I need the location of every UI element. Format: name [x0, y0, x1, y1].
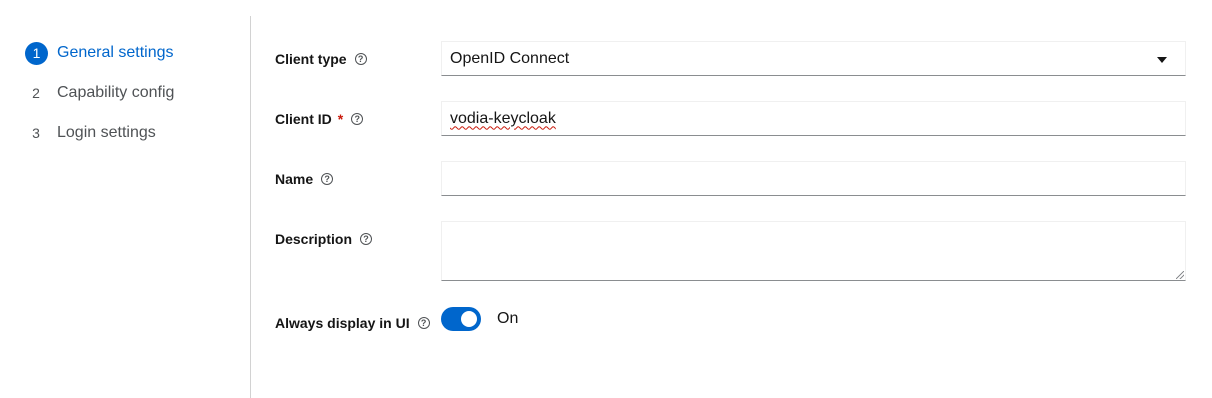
client-id-value: vodia-keycloak: [450, 109, 556, 127]
client-id-input[interactable]: vodia-keycloak: [441, 101, 1186, 136]
step-label: General settings: [57, 44, 174, 61]
step-label: Capability config: [57, 84, 175, 101]
always-display-label: Always display in UI ?: [275, 315, 430, 331]
description-label-text: Description: [275, 231, 353, 247]
resize-handle-icon[interactable]: [1176, 271, 1184, 279]
step-capability-config[interactable]: 2 Capability config: [24, 80, 174, 106]
wizard-nav: 1 General settings 2 Capability config 3…: [0, 0, 250, 398]
always-display-toggle[interactable]: [441, 307, 481, 331]
help-icon[interactable]: ?: [360, 233, 373, 245]
help-icon[interactable]: ?: [351, 113, 364, 125]
always-display-label-text: Always display in UI: [275, 315, 410, 331]
name-input[interactable]: [441, 161, 1186, 196]
client-type-label: Client type ?: [275, 51, 367, 67]
vertical-divider: [250, 16, 251, 398]
client-id-label: Client ID * ?: [275, 111, 364, 127]
help-icon[interactable]: ?: [354, 53, 367, 65]
client-type-select[interactable]: OpenID Connect: [441, 41, 1186, 76]
toggle-state-label: On: [497, 310, 519, 327]
step-number: 2: [32, 85, 40, 101]
description-textarea[interactable]: [441, 221, 1186, 281]
client-type-label-text: Client type: [275, 51, 347, 67]
client-type-value: OpenID Connect: [450, 49, 570, 67]
required-indicator: *: [337, 111, 344, 127]
step-login-settings[interactable]: 3 Login settings: [24, 120, 156, 146]
name-label-text: Name: [275, 171, 314, 187]
name-label: Name ?: [275, 171, 334, 187]
step-number: 3: [32, 125, 40, 141]
description-label: Description ?: [275, 231, 373, 247]
step-number-badge: 1: [25, 41, 48, 65]
caret-down-icon: [1157, 57, 1167, 63]
client-id-label-text: Client ID: [275, 111, 332, 127]
step-general-settings[interactable]: 1 General settings: [24, 40, 174, 66]
help-icon[interactable]: ?: [417, 317, 430, 329]
help-icon[interactable]: ?: [321, 173, 334, 185]
toggle-knob: [461, 311, 477, 327]
step-label: Login settings: [57, 124, 156, 141]
